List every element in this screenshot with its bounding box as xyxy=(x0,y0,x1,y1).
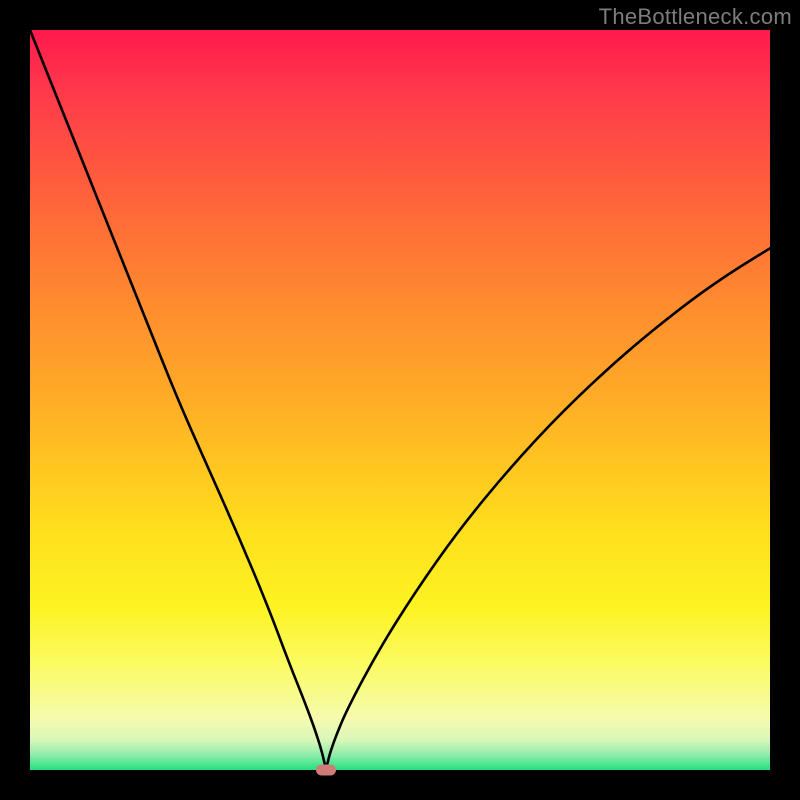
bottleneck-curve xyxy=(30,30,770,766)
minimum-marker xyxy=(316,765,336,776)
plot-area xyxy=(30,30,770,770)
chart-frame: TheBottleneck.com xyxy=(0,0,800,800)
watermark-text: TheBottleneck.com xyxy=(599,4,792,30)
curve-svg xyxy=(30,30,770,770)
